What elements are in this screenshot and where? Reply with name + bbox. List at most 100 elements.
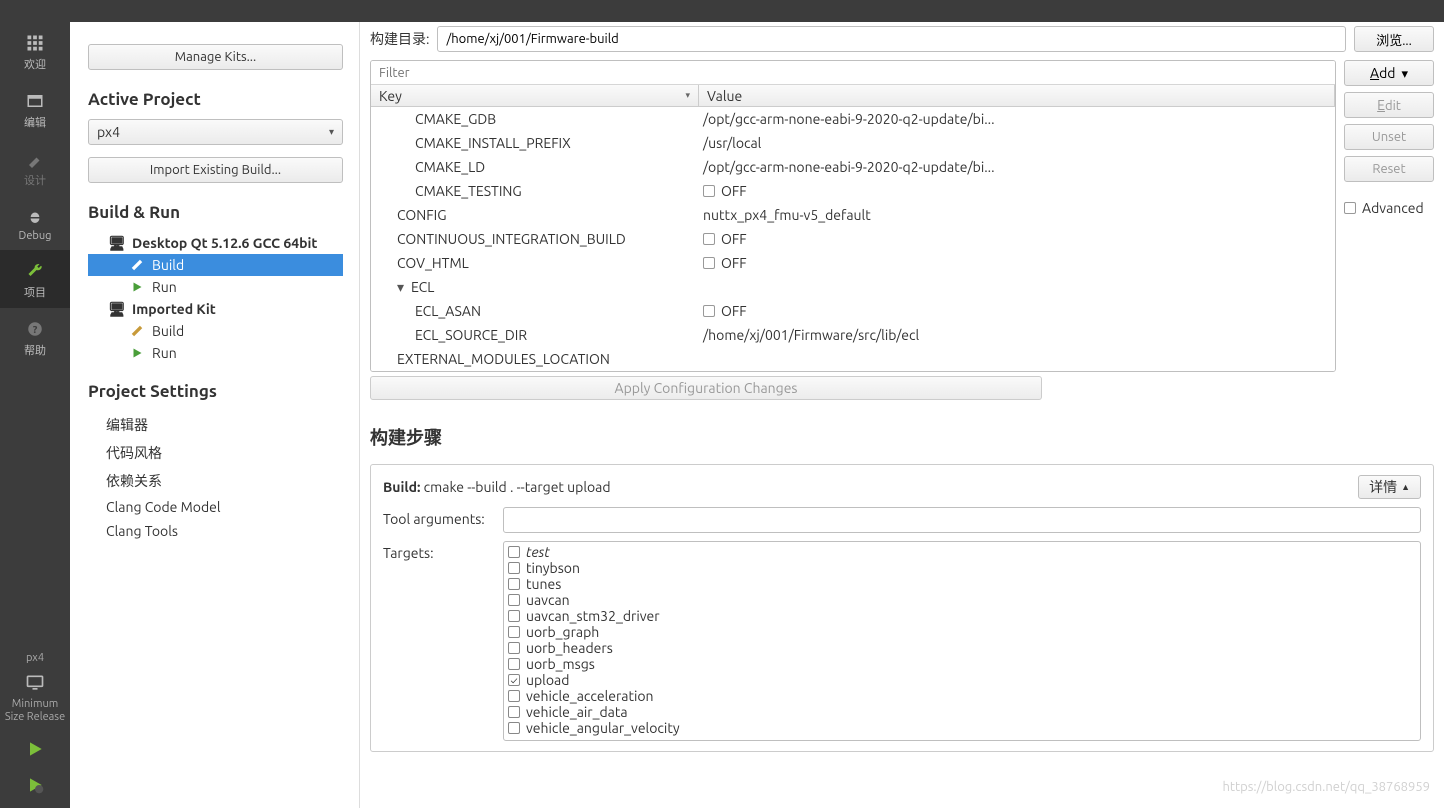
target-item[interactable]: uavcan bbox=[508, 592, 1416, 608]
targets-list[interactable]: testtinybsontunesuavcanuavcan_stm32_driv… bbox=[503, 541, 1421, 741]
checkbox-icon[interactable] bbox=[703, 233, 715, 245]
build-run-heading: Build & Run bbox=[88, 203, 343, 222]
checkbox-icon[interactable] bbox=[703, 185, 715, 197]
kit-child-build[interactable]: Build bbox=[88, 254, 343, 276]
rail-context-project[interactable]: px4 bbox=[0, 650, 70, 667]
kit-child-run[interactable]: Run bbox=[88, 276, 343, 298]
rail-project-label: 项目 bbox=[24, 284, 46, 300]
target-item[interactable]: uavcan_stm32_driver bbox=[508, 608, 1416, 624]
project-settings-list: 编辑器代码风格依赖关系Clang Code ModelClang Tools bbox=[88, 411, 343, 543]
manage-kits-button[interactable]: Manage Kits... bbox=[88, 44, 343, 70]
column-key[interactable]: Key▾ bbox=[371, 85, 699, 106]
kit-row[interactable]: 🖥Imported Kit bbox=[88, 298, 343, 320]
checkbox-icon[interactable] bbox=[508, 722, 520, 734]
play-icon bbox=[24, 738, 46, 760]
rail-debug-label: Debug bbox=[19, 230, 52, 242]
hammer-icon bbox=[128, 324, 146, 338]
settings-item[interactable]: 依赖关系 bbox=[88, 467, 343, 495]
table-row[interactable]: COV_HTMLOFF bbox=[371, 251, 1335, 275]
rail-run[interactable] bbox=[0, 732, 70, 768]
target-item[interactable]: test bbox=[508, 544, 1416, 560]
settings-item[interactable]: 编辑器 bbox=[88, 411, 343, 439]
cmake-buttons: Add ▾ Edit Unset Reset Advanced bbox=[1344, 60, 1434, 372]
build-step-title: Build: cmake --build . --target upload bbox=[383, 479, 611, 495]
project-panel: Manage Kits... Active Project px4 Import… bbox=[70, 22, 360, 808]
kit-child-run[interactable]: Run bbox=[88, 342, 343, 364]
target-item[interactable]: tunes bbox=[508, 576, 1416, 592]
checkbox-icon[interactable] bbox=[508, 642, 520, 654]
checkbox-icon[interactable] bbox=[703, 257, 715, 269]
checkbox-icon[interactable] bbox=[508, 562, 520, 574]
settings-item[interactable]: Clang Code Model bbox=[88, 495, 343, 519]
bug-icon bbox=[24, 206, 46, 228]
detail-button[interactable]: 详情▲ bbox=[1358, 475, 1421, 499]
play-icon bbox=[128, 347, 146, 359]
table-row[interactable]: ECL_SOURCE_DIR/home/xj/001/Firmware/src/… bbox=[371, 323, 1335, 347]
table-row[interactable]: EXTERNAL_MODULES_LOCATION bbox=[371, 347, 1335, 371]
rail-project[interactable]: 项目 bbox=[0, 250, 70, 308]
target-item[interactable]: uorb_graph bbox=[508, 624, 1416, 640]
rail-design-label: 设计 bbox=[24, 172, 46, 188]
targets-label: Targets: bbox=[383, 541, 493, 561]
table-row[interactable]: CONTINUOUS_INTEGRATION_BUILDOFF bbox=[371, 227, 1335, 251]
active-project-combo[interactable]: px4 bbox=[88, 119, 343, 145]
settings-item[interactable]: Clang Tools bbox=[88, 519, 343, 543]
target-item[interactable]: tinybson bbox=[508, 560, 1416, 576]
table-row[interactable]: CMAKE_TESTINGOFF bbox=[371, 179, 1335, 203]
target-item[interactable]: ✓upload bbox=[508, 672, 1416, 688]
target-item[interactable]: uorb_headers bbox=[508, 640, 1416, 656]
checkbox-icon[interactable] bbox=[508, 658, 520, 670]
table-row[interactable]: ECL_ASANOFF bbox=[371, 299, 1335, 323]
rail-debug[interactable]: Debug bbox=[0, 196, 70, 250]
column-value[interactable]: Value bbox=[699, 85, 1335, 106]
reset-button[interactable]: Reset bbox=[1344, 156, 1434, 182]
rail-help[interactable]: ? 帮助 bbox=[0, 308, 70, 366]
rail-welcome[interactable]: 欢迎 bbox=[0, 22, 70, 80]
table-row[interactable]: CONFIGnuttx_px4_fmu-v5_default bbox=[371, 203, 1335, 227]
window-titlebar bbox=[0, 0, 1444, 22]
build-step-box: Build: cmake --build . --target upload 详… bbox=[370, 464, 1434, 752]
checkbox-icon[interactable] bbox=[703, 305, 715, 317]
import-build-button[interactable]: Import Existing Build... bbox=[88, 157, 343, 183]
target-item[interactable]: vehicle_acceleration bbox=[508, 688, 1416, 704]
hammer-icon bbox=[128, 258, 146, 272]
table-row[interactable]: CMAKE_GDB/opt/gcc-arm-none-eabi-9-2020-q… bbox=[371, 107, 1335, 131]
target-item[interactable]: vehicle_air_data bbox=[508, 704, 1416, 720]
rail-edit[interactable]: 编辑 bbox=[0, 80, 70, 138]
rail-target[interactable] bbox=[0, 668, 70, 696]
advanced-checkbox[interactable] bbox=[1344, 202, 1356, 214]
add-button[interactable]: Add ▾ bbox=[1344, 60, 1434, 86]
checkbox-icon[interactable] bbox=[508, 610, 520, 622]
wrench-icon bbox=[24, 260, 46, 282]
table-header: Key▾ Value bbox=[371, 85, 1335, 107]
table-row[interactable]: CMAKE_LD/opt/gcc-arm-none-eabi-9-2020-q2… bbox=[371, 155, 1335, 179]
target-item[interactable]: vehicle_angular_velocity bbox=[508, 720, 1416, 736]
rail-context-config[interactable]: Minimum Size Release bbox=[0, 696, 70, 726]
rail-design[interactable]: 设计 bbox=[0, 138, 70, 196]
unset-button[interactable]: Unset bbox=[1344, 124, 1434, 150]
checkbox-icon[interactable]: ✓ bbox=[508, 674, 520, 686]
kit-child-build[interactable]: Build bbox=[88, 320, 343, 342]
checkbox-icon[interactable] bbox=[508, 706, 520, 718]
filter-input[interactable] bbox=[371, 61, 1335, 85]
checkbox-icon[interactable] bbox=[508, 690, 520, 702]
kit-row[interactable]: 🖥Desktop Qt 5.12.6 GCC 64bit bbox=[88, 232, 343, 254]
kits-tree: 🖥Desktop Qt 5.12.6 GCC 64bitBuildRun🖥Imp… bbox=[88, 232, 343, 364]
checkbox-icon[interactable] bbox=[508, 594, 520, 606]
checkbox-icon[interactable] bbox=[508, 626, 520, 638]
tool-args-input[interactable] bbox=[503, 507, 1421, 533]
project-settings-heading: Project Settings bbox=[88, 382, 343, 401]
monitor-icon bbox=[24, 672, 46, 694]
rail-run-debug[interactable] bbox=[0, 768, 70, 808]
build-dir-input[interactable] bbox=[437, 26, 1346, 52]
target-item[interactable]: uorb_msgs bbox=[508, 656, 1416, 672]
rail-welcome-label: 欢迎 bbox=[24, 56, 46, 72]
browse-button[interactable]: 浏览... bbox=[1354, 26, 1434, 52]
checkbox-icon[interactable] bbox=[508, 546, 520, 558]
settings-item[interactable]: 代码风格 bbox=[88, 439, 343, 467]
checkbox-icon[interactable] bbox=[508, 578, 520, 590]
help-icon: ? bbox=[24, 318, 46, 340]
edit-button[interactable]: Edit bbox=[1344, 92, 1434, 118]
table-row[interactable]: ▾ECL bbox=[371, 275, 1335, 299]
table-row[interactable]: CMAKE_INSTALL_PREFIX/usr/local bbox=[371, 131, 1335, 155]
